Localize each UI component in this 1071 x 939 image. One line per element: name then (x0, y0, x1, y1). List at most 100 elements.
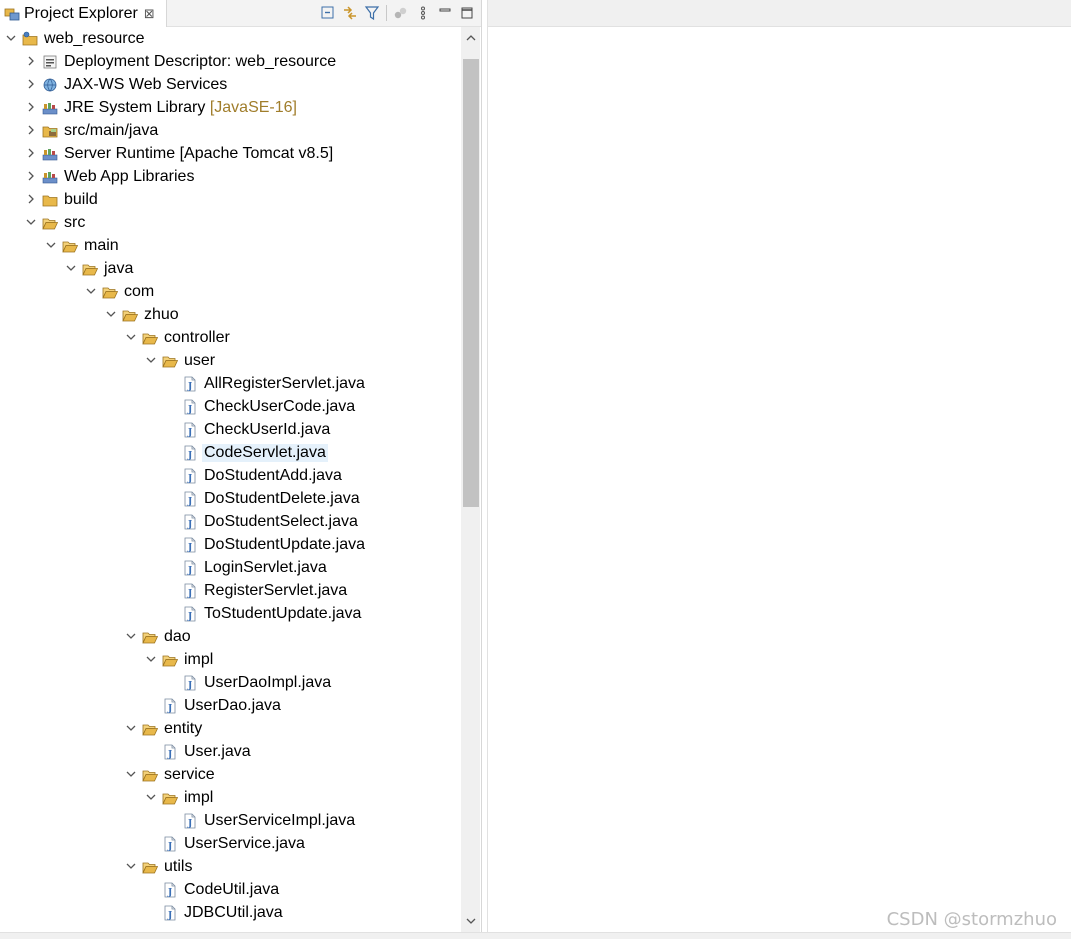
tree-item-folder[interactable]: impl (0, 648, 460, 671)
tree-item-label: com (124, 283, 154, 301)
tree-item-file[interactable]: JLoginServlet.java (0, 556, 460, 579)
library-icon (42, 169, 58, 185)
tree-item-file[interactable]: JDoStudentAdd.java (0, 464, 460, 487)
tree-item-label: utils (164, 858, 192, 876)
tree-item-file[interactable]: JDoStudentSelect.java (0, 510, 460, 533)
tree-item-file[interactable]: J UserDaoImpl.java (0, 671, 460, 694)
toolbar-separator (386, 5, 387, 21)
tree-item-folder[interactable]: JRE System Library [JavaSE-16] (0, 96, 460, 119)
java-file-icon: J (182, 399, 198, 415)
tree-item-folder[interactable]: service (0, 763, 460, 786)
tree-item-folder[interactable]: JAX-WS Web Services (0, 73, 460, 96)
tree-item-file[interactable]: JToStudentUpdate.java (0, 602, 460, 625)
tree-item-folder[interactable]: user (0, 349, 460, 372)
chevron-down-icon[interactable] (125, 630, 137, 642)
tree-item-file[interactable]: JDoStudentDelete.java (0, 487, 460, 510)
tree-item-file[interactable]: JUserService.java (0, 832, 460, 855)
chevron-down-icon[interactable] (125, 331, 137, 343)
tree-item-folder[interactable]: entity (0, 717, 460, 740)
svg-text:J: J (187, 681, 192, 691)
view-toolbar (320, 2, 475, 24)
tree-item-label: impl (184, 789, 213, 807)
scroll-up-icon[interactable] (461, 29, 480, 47)
chevron-down-icon[interactable] (125, 768, 137, 780)
tree-item-file[interactable]: JUser.java (0, 740, 460, 763)
tree-item-folder[interactable]: impl (0, 786, 460, 809)
tree-item-folder[interactable]: dao (0, 625, 460, 648)
tree-item-folder[interactable]: web_resource (0, 27, 460, 50)
tree-item-file[interactable]: JJDBCUtil.java (0, 901, 460, 924)
tree-item-folder[interactable]: main (0, 234, 460, 257)
scroll-down-icon[interactable] (461, 912, 480, 930)
tree-item-label: CheckUserId.java (204, 421, 330, 439)
close-icon[interactable]: ⊠ (144, 6, 155, 22)
tree-item-folder[interactable]: utils (0, 855, 460, 878)
tree-item-file[interactable]: JUserDao.java (0, 694, 460, 717)
chevron-down-icon[interactable] (145, 354, 157, 366)
scrollbar-thumb[interactable] (463, 59, 479, 507)
chevron-down-icon[interactable] (45, 239, 57, 251)
project-icon (22, 31, 38, 47)
svg-text:J: J (187, 612, 192, 622)
folder-icon (42, 192, 58, 208)
vertical-scrollbar[interactable] (461, 27, 480, 932)
minimize-icon[interactable] (437, 5, 453, 21)
chevron-right-icon[interactable] (25, 55, 37, 67)
tree-item-file[interactable]: JCodeServlet.java (0, 441, 460, 464)
folder-open-icon (62, 238, 78, 254)
chevron-down-icon[interactable] (125, 722, 137, 734)
filter-icon[interactable] (364, 5, 380, 21)
chevron-down-icon[interactable] (25, 216, 37, 228)
tree-item-folder[interactable]: build (0, 188, 460, 211)
tree-item-folder[interactable]: Web App Libraries (0, 165, 460, 188)
chevron-right-icon[interactable] (25, 101, 37, 113)
svg-text:J: J (167, 750, 172, 760)
tree-item-label: UserDaoImpl.java (204, 674, 331, 692)
svg-text:J: J (187, 497, 192, 507)
view-tab-bar: Project Explorer ⊠ (0, 0, 481, 27)
chevron-down-icon[interactable] (145, 653, 157, 665)
focus-icon[interactable] (393, 5, 409, 21)
folder-open-icon (142, 767, 158, 783)
chevron-down-icon[interactable] (145, 791, 157, 803)
java-file-icon: J (182, 560, 198, 576)
view-menu-icon[interactable] (415, 5, 431, 21)
tree-item-file[interactable]: JAllRegisterServlet.java (0, 372, 460, 395)
tree-item-file[interactable]: JRegisterServlet.java (0, 579, 460, 602)
tree-item-folder[interactable]: src (0, 211, 460, 234)
tree-item-folder[interactable]: zhuo (0, 303, 460, 326)
chevron-right-icon[interactable] (25, 124, 37, 136)
chevron-right-icon[interactable] (25, 170, 37, 182)
tab-title: Project Explorer (24, 5, 138, 23)
tree-item-folder[interactable]: com (0, 280, 460, 303)
tree-item-folder[interactable]: java (0, 257, 460, 280)
link-with-editor-icon[interactable] (342, 5, 358, 21)
tree-item-file[interactable]: JCheckUserId.java (0, 418, 460, 441)
source-folder-icon (42, 123, 58, 139)
folder-open-icon (142, 721, 158, 737)
tree-item-file[interactable]: JUserServiceImpl.java (0, 809, 460, 832)
chevron-right-icon[interactable] (25, 193, 37, 205)
chevron-down-icon[interactable] (105, 308, 117, 320)
maximize-icon[interactable] (459, 5, 475, 21)
tree-item-file[interactable]: JCodeUtil.java (0, 878, 460, 901)
chevron-down-icon[interactable] (5, 32, 17, 44)
chevron-down-icon[interactable] (65, 262, 77, 274)
collapse-all-icon[interactable] (320, 5, 336, 21)
svg-text:J: J (187, 589, 192, 599)
tree-item-folder[interactable]: Deployment Descriptor: web_resource (0, 50, 460, 73)
svg-text:J: J (167, 842, 172, 852)
chevron-down-icon[interactable] (85, 285, 97, 297)
editor-tab-bar (488, 0, 1071, 27)
chevron-right-icon[interactable] (25, 147, 37, 159)
chevron-right-icon[interactable] (25, 78, 37, 90)
tree-item-file[interactable]: JDoStudentUpdate.java (0, 533, 460, 556)
tree-item-file[interactable]: JCheckUserCode.java (0, 395, 460, 418)
tree-item-folder[interactable]: controller (0, 326, 460, 349)
java-file-icon: J (182, 675, 198, 691)
tree-item-folder[interactable]: src/main/java (0, 119, 460, 142)
chevron-down-icon[interactable] (125, 860, 137, 872)
tree-item-folder[interactable]: Server Runtime [Apache Tomcat v8.5] (0, 142, 460, 165)
project-explorer-tab[interactable]: Project Explorer ⊠ (0, 0, 167, 27)
java-file-icon: J (182, 537, 198, 553)
